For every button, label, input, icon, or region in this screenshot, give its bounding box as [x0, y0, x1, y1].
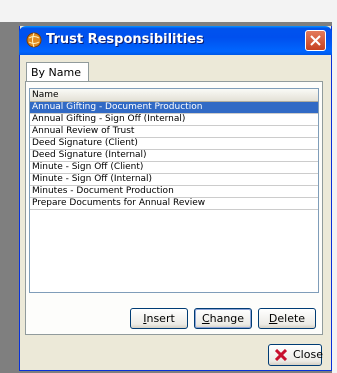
red-x-icon — [275, 349, 287, 361]
close-button-label: Close — [293, 348, 323, 361]
list-item[interactable]: Annual Review of Trust — [30, 126, 318, 138]
background-strip-right — [332, 0, 337, 373]
list-item[interactable]: Annual Gifting - Document Production — [30, 102, 318, 114]
change-label: hange — [209, 312, 245, 325]
responsibilities-list[interactable]: Name Annual Gifting - Document Productio… — [29, 88, 319, 293]
insert-button[interactable]: Insert — [130, 308, 188, 329]
window-close-button[interactable] — [305, 30, 326, 51]
dialog-window: Trust Responsibilities By Name Name Annu… — [19, 26, 332, 371]
insert-label: nsert — [146, 312, 175, 325]
close-button[interactable]: Close — [268, 344, 323, 366]
tab-panel: Name Annual Gifting - Document Productio… — [25, 81, 323, 335]
list-item[interactable]: Deed Signature (Client) — [30, 138, 318, 150]
column-header-name[interactable]: Name — [30, 89, 318, 102]
delete-button[interactable]: Delete — [258, 308, 316, 329]
close-icon — [310, 35, 321, 46]
list-item[interactable]: Prepare Documents for Annual Review — [30, 198, 318, 210]
change-mnemonic: C — [201, 312, 210, 325]
list-item[interactable]: Minute - Sign Off (Internal) — [30, 174, 318, 186]
list-item[interactable]: Deed Signature (Internal) — [30, 150, 318, 162]
window-title: Trust Responsibilities — [46, 32, 204, 47]
app-globe-icon — [26, 32, 42, 48]
delete-label: elete — [277, 312, 306, 325]
list-item[interactable]: Annual Gifting - Sign Off (Internal) — [30, 114, 318, 126]
change-button[interactable]: Change — [194, 308, 252, 329]
tab-by-name[interactable]: By Name — [26, 62, 89, 81]
list-item[interactable]: Minute - Sign Off (Client) — [30, 162, 318, 174]
list-item[interactable]: Minutes - Document Production — [30, 186, 318, 198]
title-bar[interactable]: Trust Responsibilities — [19, 26, 332, 55]
background-strip-top — [0, 0, 337, 22]
